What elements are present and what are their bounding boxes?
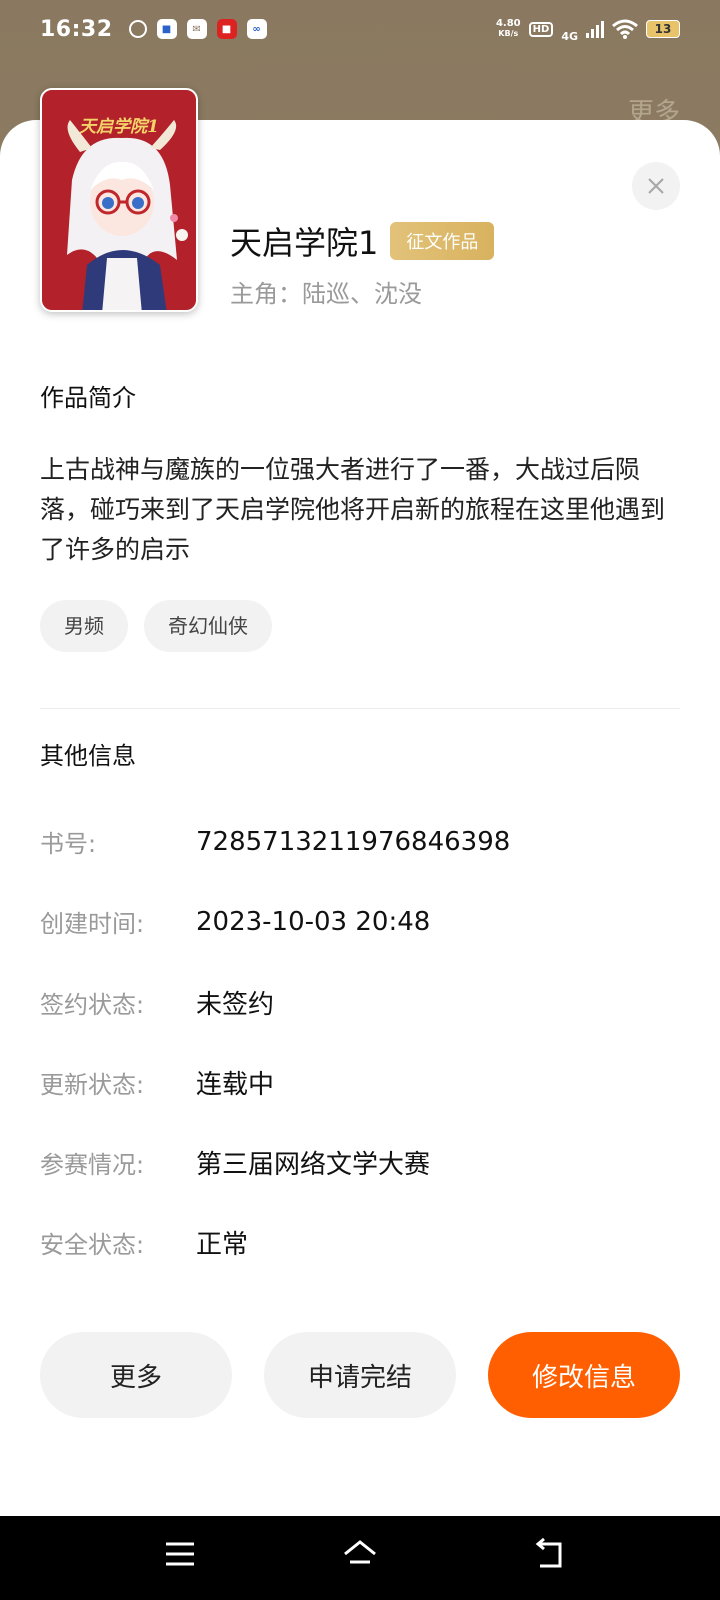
wifi-icon [612, 19, 638, 39]
edit-info-button[interactable]: 修改信息 [488, 1332, 680, 1418]
tag-chip[interactable]: 奇幻仙侠 [144, 600, 272, 652]
menu-icon[interactable] [164, 1538, 196, 1570]
divider [40, 708, 680, 709]
info-row-update-status: 更新状态: 连载中 [40, 1064, 274, 1101]
info-row-contest: 参赛情况: 第三届网络文学大赛 [40, 1144, 430, 1181]
status-right: 4.80 KB/s HD 4G 13 [496, 16, 680, 43]
info-row-created: 创建时间: 2023-10-03 20:48 [40, 904, 430, 939]
info-label: 书号: [40, 830, 97, 858]
info-value: 未签约 [196, 990, 275, 1020]
close-button[interactable] [632, 162, 680, 210]
status-time: 16:32 [40, 16, 113, 42]
notification-icons: ■ ✉ ■ ∞ [128, 19, 267, 39]
info-value: 连载中 [196, 1070, 275, 1100]
battery-icon: 13 [646, 20, 680, 38]
network-speed-unit: KB/s [498, 29, 519, 38]
info-value: 2023-10-03 20:48 [196, 906, 431, 937]
tag-list: 男频 奇幻仙侠 [40, 600, 272, 652]
book-cover: 天启学院1 [40, 88, 198, 312]
book-title-row: 天启学院1 征文作品 [230, 218, 495, 264]
network-speed: 4.80 KB/s [496, 19, 521, 39]
app-notification-icon: ■ [216, 19, 237, 39]
info-value: 7285713211976846398 [196, 826, 511, 857]
app-notification-icon [128, 20, 147, 38]
system-nav-bar [0, 1516, 720, 1600]
signal-icon [586, 20, 604, 38]
info-row-safety: 安全状态: 正常 [40, 1224, 248, 1261]
info-label: 安全状态: [40, 1231, 145, 1259]
app-notification-icon: ∞ [246, 19, 267, 39]
synopsis-text: 上古战神与魔族的一位强大者进行了一番，大战过后陨落，碰巧来到了天启学院他将开启新… [40, 455, 666, 564]
info-label: 更新状态: [40, 1071, 145, 1099]
synopsis-heading: 作品简介 [40, 384, 136, 412]
book-title: 天启学院1 [230, 224, 379, 262]
app-notification-icon: ■ [156, 19, 177, 39]
apply-finish-button[interactable]: 申请完结 [264, 1332, 456, 1418]
protagonists: 主角：陆巡、沈没 [230, 280, 422, 308]
hd-icon: HD [528, 21, 554, 37]
info-row-book-id: 书号: 7285713211976846398 [40, 824, 510, 859]
close-icon [648, 178, 664, 194]
info-row-sign-status: 签约状态: 未签约 [40, 984, 274, 1021]
info-label: 签约状态: [40, 991, 145, 1019]
more-button[interactable]: 更多 [40, 1332, 232, 1418]
info-value: 第三届网络文学大赛 [196, 1150, 431, 1180]
info-label: 参赛情况: [40, 1151, 145, 1179]
info-label: 创建时间: [40, 910, 145, 938]
book-info-sheet [0, 120, 720, 1516]
back-icon[interactable] [534, 1538, 566, 1570]
mail-icon: ✉ [186, 19, 207, 39]
home-icon[interactable] [342, 1538, 378, 1570]
tag-chip[interactable]: 男频 [40, 600, 128, 652]
network-speed-value: 4.80 [495, 18, 521, 29]
contest-badge: 征文作品 [390, 222, 495, 260]
other-info-heading: 其他信息 [40, 742, 136, 770]
battery-level: 13 [654, 22, 672, 36]
network-type: 4G [561, 29, 578, 43]
cover-illustration [67, 120, 188, 310]
info-value: 正常 [196, 1230, 249, 1260]
status-bar: 16:32 ■ ✉ ■ ∞ 4.80 KB/s HD 4G 13 [0, 0, 720, 58]
